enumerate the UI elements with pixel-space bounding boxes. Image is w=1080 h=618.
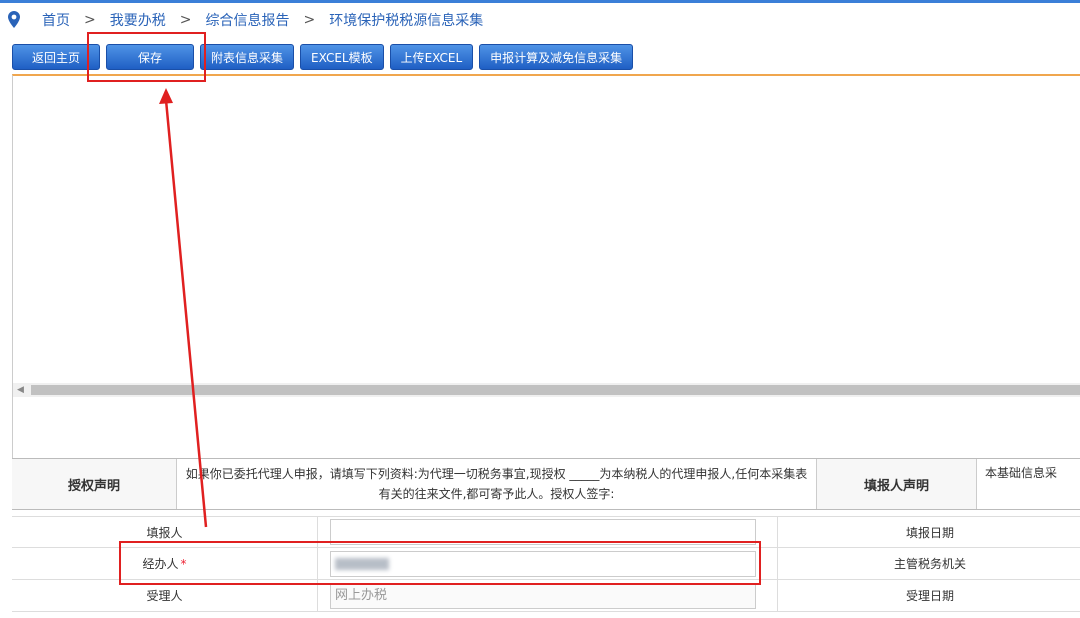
scroll-left-icon[interactable]: ◀ xyxy=(17,383,24,397)
handler-label-cell: 经办人 * xyxy=(12,548,318,579)
filler-input[interactable] xyxy=(330,519,756,545)
breadcrumb-current: 环境保护税税源信息采集 xyxy=(329,12,484,29)
filler-declaration-title: 填报人声明 xyxy=(817,459,977,509)
auth-declaration-title: 授权声明 xyxy=(12,459,177,509)
auth-declaration-text: 如果你已委托代理人申报，请填写下列资料:为代理一切税务事宜,现授权 _____为… xyxy=(177,459,817,509)
redacted-name xyxy=(335,557,389,570)
breadcrumb-separator: > xyxy=(84,11,96,28)
receiver-input: 网上办税 xyxy=(330,582,756,609)
save-button[interactable]: 保存 xyxy=(106,44,194,70)
handler-value-cell xyxy=(318,548,778,579)
info-form: 填报人 填报日期 经办人 * 主管税务机关 受理人 网上办税 受理日期 xyxy=(12,516,1080,612)
filler-declaration-text: 本基础信息采 xyxy=(977,459,1080,509)
receiver-label: 受理人 xyxy=(12,580,318,611)
upload-excel-button[interactable]: 上传EXCEL xyxy=(389,44,474,70)
handler-input[interactable] xyxy=(330,550,756,577)
breadcrumb-separator: > xyxy=(303,11,316,28)
handler-label: 经办人 xyxy=(142,557,179,571)
filler-label: 填报人 xyxy=(12,517,318,547)
attach-info-button[interactable]: 附表信息采集 xyxy=(200,44,295,70)
content-area: ◀ xyxy=(12,74,1080,458)
toolbar: 返回主页 保存 附表信息采集 EXCEL模板 上传EXCEL 申报计算及减免信息… xyxy=(12,44,634,70)
accept-date-label: 受理日期 xyxy=(906,589,955,603)
breadcrumb-tax[interactable]: 我要办税 xyxy=(110,10,166,30)
horizontal-scrollbar[interactable]: ◀ xyxy=(13,383,1080,397)
tax-authority-label: 主管税务机关 xyxy=(894,557,967,571)
breadcrumb-home[interactable]: 首页 xyxy=(42,10,70,30)
receiver-value-cell: 网上办税 xyxy=(318,580,778,611)
filler-value-cell xyxy=(318,517,778,547)
form-row-handler: 经办人 * 主管税务机关 xyxy=(12,548,1080,580)
excel-template-button[interactable]: EXCEL模板 xyxy=(300,44,384,70)
declaration-row: 授权声明 如果你已委托代理人申报，请填写下列资料:为代理一切税务事宜,现授权 _… xyxy=(12,458,1080,510)
declare-calc-button[interactable]: 申报计算及减免信息采集 xyxy=(479,44,634,70)
breadcrumb-report[interactable]: 综合信息报告 xyxy=(205,10,289,30)
scrollbar-thumb[interactable] xyxy=(31,385,1080,395)
breadcrumb-separator: > xyxy=(179,11,192,28)
location-pin-icon xyxy=(8,10,20,28)
required-marker: * xyxy=(180,556,187,571)
form-row-receiver: 受理人 网上办税 受理日期 xyxy=(12,580,1080,612)
fill-date-label: 填报日期 xyxy=(906,525,955,540)
breadcrumb: 首页 > 我要办税 > 综合信息报告 > 环境保护税税源信息采集 xyxy=(0,3,1080,36)
back-home-button[interactable]: 返回主页 xyxy=(12,44,100,70)
form-row-filler: 填报人 填报日期 xyxy=(12,516,1080,548)
